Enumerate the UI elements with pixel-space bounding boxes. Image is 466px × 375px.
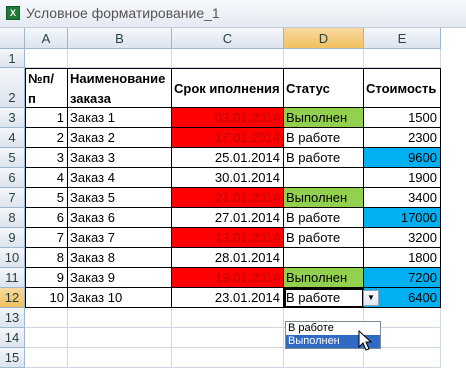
row-header-7[interactable]: 7 bbox=[0, 188, 25, 208]
cell-cost[interactable]: 1800 bbox=[364, 248, 441, 268]
cell-number[interactable]: 10 bbox=[25, 288, 68, 308]
column-header-b[interactable]: B bbox=[68, 28, 172, 49]
cell-status[interactable]: В работе bbox=[284, 288, 364, 308]
cell-order-name[interactable]: Заказ 10 bbox=[68, 288, 172, 308]
cell[interactable] bbox=[25, 49, 68, 68]
cell-order-name[interactable]: Заказ 8 bbox=[68, 248, 172, 268]
cell[interactable] bbox=[284, 49, 364, 68]
cell[interactable] bbox=[172, 328, 284, 348]
cell-status[interactable]: Выполнен bbox=[284, 188, 364, 208]
row-header-15[interactable]: 15 bbox=[0, 348, 25, 368]
cell-status[interactable] bbox=[284, 248, 364, 268]
cell-number[interactable]: 8 bbox=[25, 248, 68, 268]
row-header-12[interactable]: 12 bbox=[0, 288, 25, 308]
cell-number[interactable]: 3 bbox=[25, 148, 68, 168]
cell-number[interactable]: 1 bbox=[25, 108, 68, 128]
cell-number[interactable]: 9 bbox=[25, 268, 68, 288]
dropdown-arrow-button[interactable]: ▼ bbox=[363, 290, 379, 306]
column-header-c[interactable]: C bbox=[172, 28, 284, 49]
cell[interactable] bbox=[25, 328, 68, 348]
cell-deadline[interactable]: 13.01.2014 bbox=[172, 228, 284, 248]
header-number[interactable]: №п/п bbox=[25, 68, 68, 108]
row-header-14[interactable]: 14 bbox=[0, 328, 25, 348]
cell[interactable] bbox=[68, 308, 172, 328]
cell-status[interactable]: Выполнен bbox=[284, 268, 364, 288]
cell-number[interactable]: 6 bbox=[25, 208, 68, 228]
cell[interactable] bbox=[68, 49, 172, 68]
cell-status[interactable]: В работе bbox=[284, 148, 364, 168]
cell[interactable] bbox=[172, 348, 284, 368]
title-bar: X Условное форматирование_1 bbox=[0, 0, 466, 28]
cell-order-name[interactable]: Заказ 9 bbox=[68, 268, 172, 288]
select-all-corner[interactable] bbox=[0, 28, 25, 49]
cell-order-name[interactable]: Заказ 7 bbox=[68, 228, 172, 248]
cell-status[interactable]: Выполнен bbox=[284, 108, 364, 128]
cell-status[interactable] bbox=[284, 168, 364, 188]
cell[interactable] bbox=[172, 308, 284, 328]
cell-deadline[interactable]: 03.01.2014 bbox=[172, 108, 284, 128]
row-header-4[interactable]: 4 bbox=[0, 128, 25, 148]
row-header-11[interactable]: 11 bbox=[0, 268, 25, 288]
cell-cost[interactable]: 17000 bbox=[364, 208, 441, 228]
cell-number[interactable]: 5 bbox=[25, 188, 68, 208]
cell[interactable] bbox=[284, 348, 364, 368]
column-header-a[interactable]: A bbox=[25, 28, 68, 49]
header-order-name[interactable]: Наименование заказа bbox=[68, 68, 172, 108]
cell-number[interactable]: 4 bbox=[25, 168, 68, 188]
cell-deadline[interactable]: 27.01.2014 bbox=[172, 208, 284, 228]
cell-deadline[interactable]: 25.01.2014 bbox=[172, 148, 284, 168]
cell-deadline[interactable]: 19.01.2014 bbox=[172, 268, 284, 288]
cell-order-name[interactable]: Заказ 4 bbox=[68, 168, 172, 188]
cell-number[interactable]: 7 bbox=[25, 228, 68, 248]
cell[interactable] bbox=[364, 49, 441, 68]
cell-cost[interactable]: 2300 bbox=[364, 128, 441, 148]
row-header-6[interactable]: 6 bbox=[0, 168, 25, 188]
row-header-2[interactable]: 2 bbox=[0, 68, 25, 108]
row-header-9[interactable]: 9 bbox=[0, 228, 25, 248]
column-header-d[interactable]: D bbox=[284, 28, 364, 49]
cell-cost[interactable]: 1900 bbox=[364, 168, 441, 188]
cell[interactable] bbox=[172, 49, 284, 68]
cell-cost[interactable]: 3200 bbox=[364, 228, 441, 248]
column-header-e[interactable]: E bbox=[364, 28, 441, 49]
cell-cost[interactable]: 7200 bbox=[364, 268, 441, 288]
cell-order-name[interactable]: Заказ 3 bbox=[68, 148, 172, 168]
mouse-cursor-icon bbox=[358, 330, 373, 351]
cell[interactable] bbox=[68, 348, 172, 368]
cell[interactable] bbox=[25, 308, 68, 328]
cell-order-name[interactable]: Заказ 6 bbox=[68, 208, 172, 228]
cell-cost[interactable]: 1500 bbox=[364, 108, 441, 128]
cell[interactable] bbox=[364, 348, 441, 368]
cell-status[interactable]: В работе bbox=[284, 128, 364, 148]
cell[interactable] bbox=[68, 328, 172, 348]
cell-order-name[interactable]: Заказ 5 bbox=[68, 188, 172, 208]
cell-number[interactable]: 2 bbox=[25, 128, 68, 148]
header-cost[interactable]: Стоимость bbox=[364, 68, 441, 108]
cell-deadline[interactable]: 17.01.2014 bbox=[172, 128, 284, 148]
cell-deadline[interactable]: 28.01.2014 bbox=[172, 248, 284, 268]
cell-order-name[interactable]: Заказ 2 bbox=[68, 128, 172, 148]
cell-status[interactable]: В работе bbox=[284, 228, 364, 248]
window-title: Условное форматирование_1 bbox=[26, 5, 220, 21]
cell-deadline[interactable]: 21.01.2014 bbox=[172, 188, 284, 208]
cell[interactable] bbox=[25, 348, 68, 368]
row-header-3[interactable]: 3 bbox=[0, 108, 25, 128]
cell-cost[interactable]: 9600 bbox=[364, 148, 441, 168]
row-header-1[interactable]: 1 bbox=[0, 49, 25, 68]
cell-deadline[interactable]: 23.01.2014 bbox=[172, 288, 284, 308]
row-header-10[interactable]: 10 bbox=[0, 248, 25, 268]
header-deadline[interactable]: Срок иполнения bbox=[172, 68, 284, 108]
row-header-13[interactable]: 13 bbox=[0, 308, 25, 328]
cell-deadline[interactable]: 30.01.2014 bbox=[172, 168, 284, 188]
excel-icon: X bbox=[6, 6, 20, 20]
cell-cost[interactable]: 3400 bbox=[364, 188, 441, 208]
cell-status[interactable]: В работе bbox=[284, 208, 364, 228]
header-status[interactable]: Статус bbox=[284, 68, 364, 108]
row-header-8[interactable]: 8 bbox=[0, 208, 25, 228]
cell-order-name[interactable]: Заказ 1 bbox=[68, 108, 172, 128]
row-header-5[interactable]: 5 bbox=[0, 148, 25, 168]
